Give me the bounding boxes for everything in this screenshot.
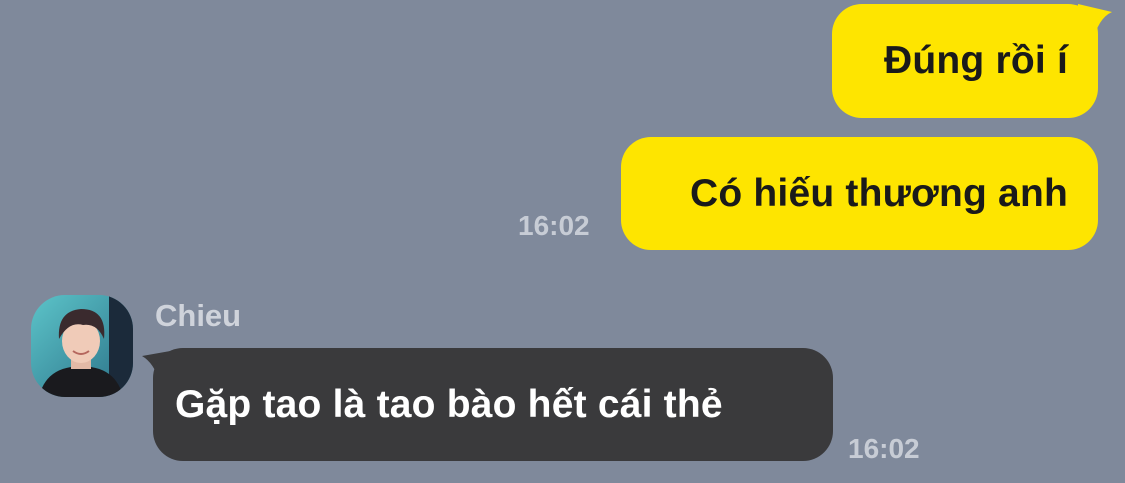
outgoing-message-bubble[interactable]: Đúng rồi í: [832, 4, 1098, 118]
avatar[interactable]: [31, 295, 133, 397]
profile-photo-icon: [31, 295, 133, 397]
outgoing-message-bubble[interactable]: Có hiếu thương anh: [621, 137, 1098, 250]
sender-name: Chieu: [155, 298, 242, 333]
message-timestamp: 16:02: [518, 210, 590, 241]
bubble-tail-icon: [1078, 4, 1112, 44]
message-timestamp: 16:02: [848, 433, 920, 464]
message-text: Gặp tao là tao bào hết cái thẻ: [175, 382, 723, 426]
message-text: Có hiếu thương anh: [689, 171, 1068, 215]
message-text: Đúng rồi í: [884, 39, 1068, 82]
incoming-message-bubble[interactable]: Gặp tao là tao bào hết cái thẻ: [153, 348, 833, 461]
